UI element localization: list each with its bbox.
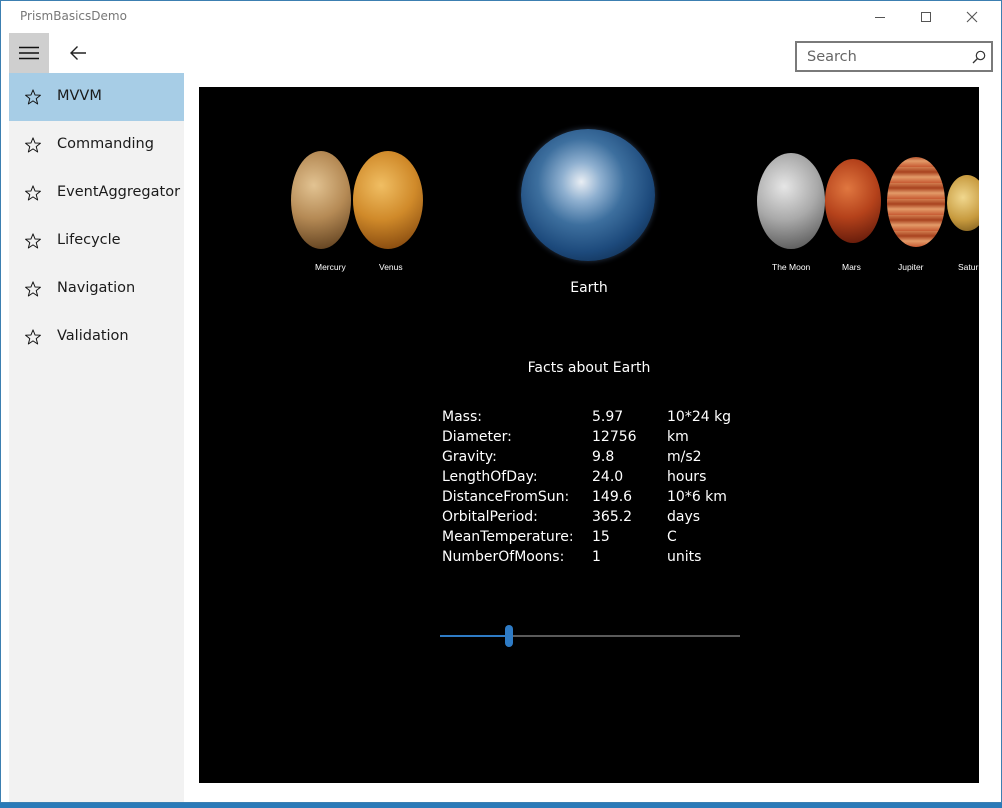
maximize-icon	[921, 12, 931, 22]
mercury-image[interactable]	[291, 151, 351, 249]
sidebar-item-navigation[interactable]: Navigation	[9, 265, 184, 313]
planet-viewer: Mercury Venus Earth The Moon Mars Jupite…	[199, 87, 979, 783]
venus-label: Venus	[379, 262, 403, 272]
sidebar-item-validation[interactable]: Validation	[9, 313, 184, 361]
fact-unit: units	[667, 549, 702, 565]
jupiter-label: Jupiter	[898, 262, 924, 272]
sidebar-item-eventaggregator[interactable]: EventAggregator	[9, 169, 184, 217]
fact-name: OrbitalPeriod:	[442, 509, 538, 525]
saturn-label: Saturn	[958, 262, 979, 272]
mars-image[interactable]	[825, 159, 881, 243]
hamburger-button[interactable]	[9, 33, 49, 73]
title-bar: PrismBasicsDemo	[1, 1, 1001, 33]
sidebar-item-commanding[interactable]: Commanding	[9, 121, 184, 169]
mars-label: Mars	[842, 262, 861, 272]
venus-image[interactable]	[353, 151, 423, 249]
fact-unit: 10*6 km	[667, 489, 727, 505]
fact-unit: days	[667, 509, 701, 525]
fact-value: 149.6	[592, 489, 633, 505]
fact-value: 15	[592, 529, 610, 545]
fact-value: 5.97	[592, 409, 624, 425]
navigation-sidebar: MVVM Commanding EventAggregator Lifecycl…	[9, 73, 184, 802]
fact-unit: hours	[667, 469, 707, 485]
search-box	[795, 41, 993, 72]
fact-name: NumberOfMoons:	[442, 549, 565, 565]
fact-value: 365.2	[592, 509, 633, 525]
fact-value: 24.0	[592, 469, 624, 485]
close-button[interactable]	[949, 1, 995, 33]
jupiter-image[interactable]	[887, 157, 945, 247]
sidebar-item-mvvm[interactable]: MVVM	[9, 73, 184, 121]
sidebar-item-label: Commanding	[57, 136, 154, 152]
star-icon	[25, 233, 41, 249]
fact-unit: 10*24 kg	[667, 409, 732, 425]
moon-label: The Moon	[772, 262, 811, 272]
sidebar-item-label: Validation	[57, 328, 129, 344]
star-icon	[25, 137, 41, 153]
fact-unit: km	[667, 429, 689, 445]
star-icon	[25, 89, 41, 105]
fact-unit: m/s2	[667, 449, 702, 465]
fact-name: Gravity:	[442, 449, 497, 465]
fact-value: 12756	[592, 429, 637, 445]
minimize-button[interactable]	[857, 1, 903, 33]
fact-unit: C	[667, 529, 677, 545]
back-arrow-icon	[70, 46, 86, 60]
star-icon	[25, 185, 41, 201]
search-icon[interactable]	[972, 50, 986, 64]
facts-title: Facts about Earth	[527, 360, 651, 376]
planet-slider[interactable]	[440, 623, 740, 649]
sidebar-item-lifecycle[interactable]: Lifecycle	[9, 217, 184, 265]
app-title: PrismBasicsDemo	[20, 9, 127, 23]
earth-image[interactable]	[521, 129, 655, 261]
close-icon	[966, 11, 978, 23]
fact-value: 9.8	[592, 449, 615, 465]
sidebar-item-label: Lifecycle	[57, 232, 121, 248]
mercury-label: Mercury	[315, 262, 346, 272]
fact-name: Mass:	[442, 409, 482, 425]
fact-name: DistanceFromSun:	[442, 489, 570, 505]
saturn-image[interactable]	[947, 175, 979, 231]
sidebar-item-label: EventAggregator	[57, 184, 181, 200]
fact-value: 1	[592, 549, 601, 565]
minimize-icon	[875, 17, 885, 18]
maximize-button[interactable]	[903, 1, 949, 33]
fact-name: Diameter:	[442, 429, 512, 445]
selected-planet-name: Earth	[570, 280, 608, 296]
sidebar-item-label: MVVM	[57, 88, 102, 104]
slider-thumb[interactable]	[505, 625, 513, 647]
slider-fill	[440, 635, 509, 637]
star-icon	[25, 329, 41, 345]
fact-name: LengthOfDay:	[442, 469, 538, 485]
star-icon	[25, 281, 41, 297]
app-window: PrismBasicsDemo MVVM	[0, 0, 1002, 803]
moon-image[interactable]	[757, 153, 825, 249]
fact-name: MeanTemperature:	[442, 529, 574, 545]
sidebar-item-label: Navigation	[57, 280, 136, 296]
search-input[interactable]	[797, 43, 967, 70]
back-button[interactable]	[57, 33, 97, 73]
hamburger-icon	[19, 46, 39, 60]
